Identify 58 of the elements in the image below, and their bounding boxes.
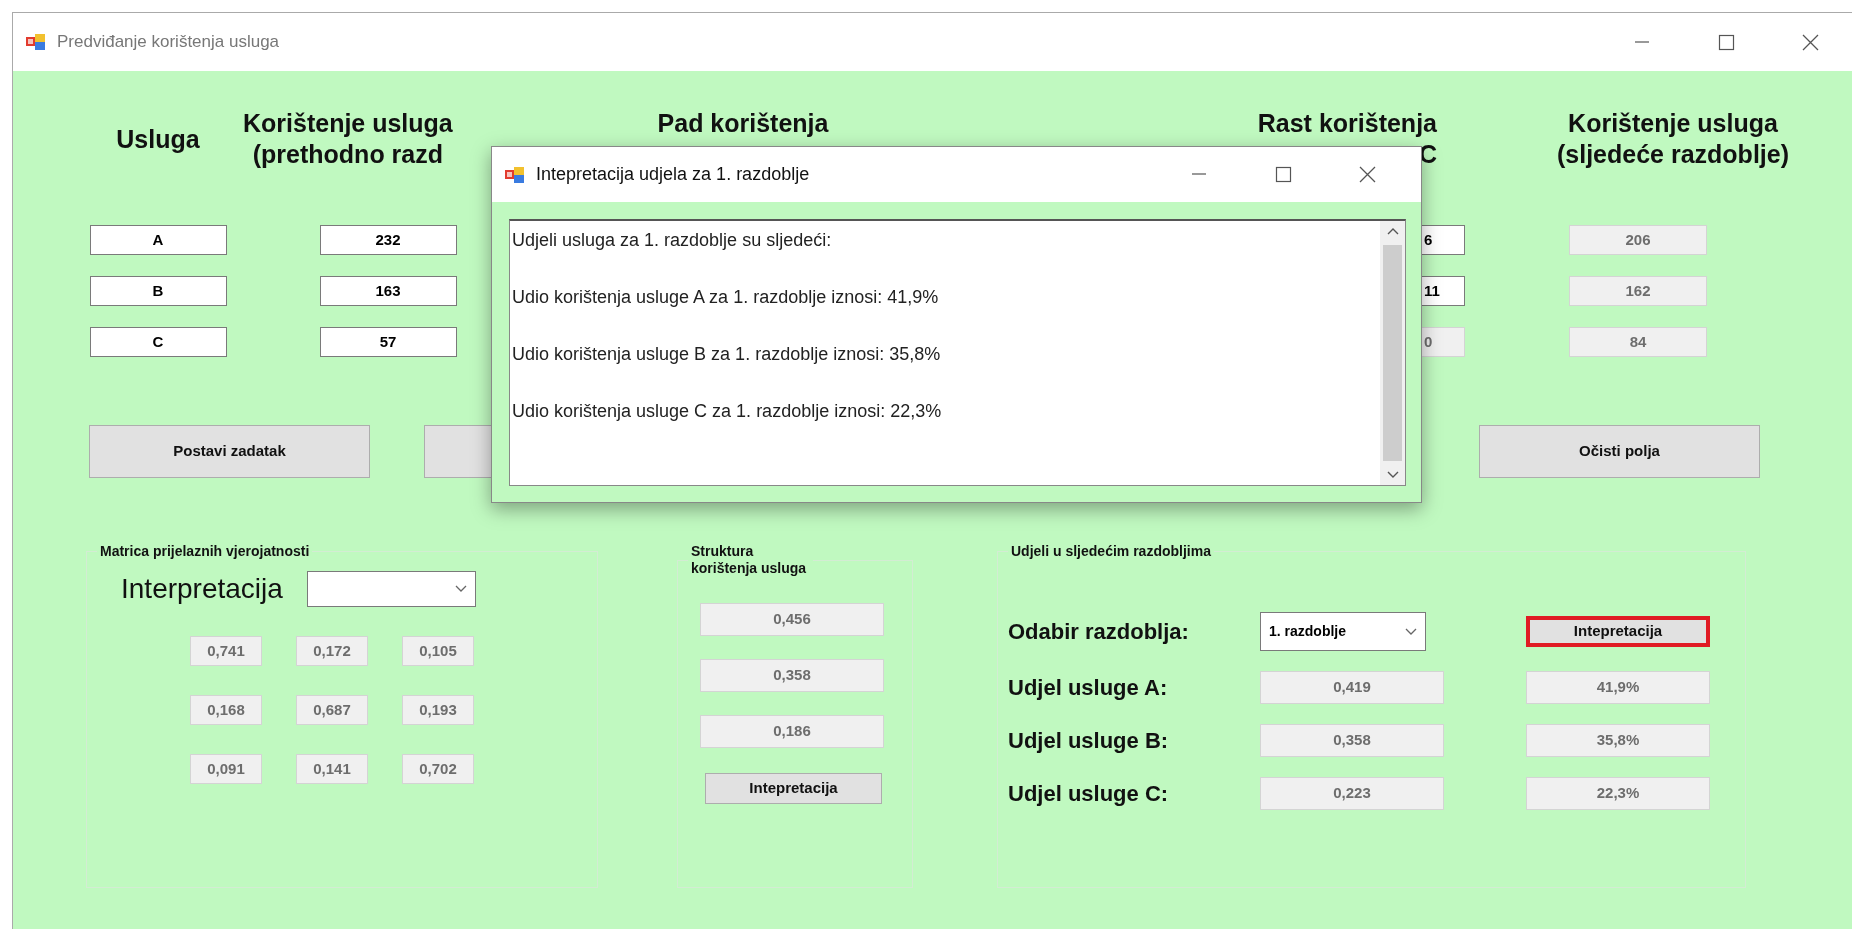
- share-label: Udjel usluge A:: [1008, 674, 1169, 702]
- column-header: Korištenje usluga (prethodno razd: [243, 108, 453, 170]
- close-icon[interactable]: [1800, 33, 1820, 51]
- matrix-cell: 0,091: [190, 754, 262, 784]
- share-percent: 35,8%: [1526, 724, 1710, 757]
- share-value: 0,358: [1260, 724, 1444, 757]
- share-label: Udjel usluge B:: [1008, 727, 1170, 755]
- column-header: Pad korištenja: [657, 108, 829, 139]
- group-title: Struktura korištenja usluga: [690, 543, 808, 577]
- chevron-down-icon: [1405, 627, 1417, 636]
- matrix-cell: 0,141: [296, 754, 368, 784]
- maximize-icon[interactable]: [1716, 33, 1736, 51]
- maximize-icon[interactable]: [1273, 166, 1293, 183]
- interpretation-button[interactable]: Intepretacija: [1526, 616, 1710, 647]
- input-field[interactable]: 57: [319, 327, 457, 357]
- dropdown[interactable]: [306, 571, 476, 607]
- share-label: Udjel usluge C:: [1008, 780, 1170, 808]
- share-value: 0,223: [1260, 777, 1444, 810]
- input-field[interactable]: C: [89, 327, 227, 357]
- input-field[interactable]: B: [89, 276, 227, 306]
- period-label: Odabir razdoblja:: [1008, 618, 1190, 646]
- matrix-cell: 0,687: [296, 695, 368, 725]
- matrix-cell: 0,105: [402, 636, 474, 666]
- chevron-down-icon: [454, 585, 467, 593]
- app-icon: [504, 164, 526, 185]
- action-button[interactable]: Postavi zadatak: [89, 425, 370, 478]
- text-line: Udjeli usluga za 1. razdoblje su sljedeći:: [512, 229, 833, 252]
- input-field[interactable]: A: [89, 225, 227, 255]
- text-line: Udio korištenja usluge A za 1. razdoblje iznosi: 41,9%: [512, 286, 940, 309]
- value-field: 0,358: [700, 659, 884, 692]
- matrix-cell: 0,193: [402, 695, 474, 725]
- value-field: 0,186: [700, 715, 884, 748]
- interpretation-button[interactable]: Intepretacija: [705, 773, 882, 804]
- matrix-cell: 0,172: [296, 636, 368, 666]
- share-value: 0,419: [1260, 671, 1444, 704]
- text-line: Udio korištenja usluge B za 1. razdoblje iznosi: 35,8%: [512, 343, 942, 366]
- scrollbar[interactable]: [1380, 221, 1405, 485]
- window-title: Predviđanje korištenja usluga: [57, 31, 280, 54]
- matrix-cell: 0,741: [190, 636, 262, 666]
- text-area[interactable]: [509, 219, 1406, 486]
- group-title: Matrica prijelaznih vjerojatnosti: [99, 543, 311, 560]
- action-button[interactable]: Očisti polja: [1479, 425, 1760, 478]
- value-field: 0,456: [700, 603, 884, 636]
- group-title: Udjeli u sljedećim razdobljima: [1010, 543, 1212, 560]
- dropdown[interactable]: 1. razdoblje: [1260, 612, 1426, 651]
- app-icon: [25, 32, 47, 52]
- input-field[interactable]: 232: [319, 225, 457, 255]
- dialog-title: Intepretacija udjela za 1. razdoblje: [536, 163, 810, 186]
- column-header: Korištenje usluga (sljedeće razdoblje): [1557, 108, 1789, 170]
- matrix-cell: 0,702: [402, 754, 474, 784]
- close-icon[interactable]: [1357, 166, 1377, 183]
- share-percent: 41,9%: [1526, 671, 1710, 704]
- column-header: Usluga: [116, 123, 200, 155]
- text-line: Udio korištenja usluge C za 1. razdoblje iznosi: 22,3%: [512, 400, 943, 423]
- matrix-cell: 0,168: [190, 695, 262, 725]
- interpretation-label: Interpretacija: [121, 572, 283, 606]
- share-percent: 22,3%: [1526, 777, 1710, 810]
- input-field[interactable]: 163: [319, 276, 457, 306]
